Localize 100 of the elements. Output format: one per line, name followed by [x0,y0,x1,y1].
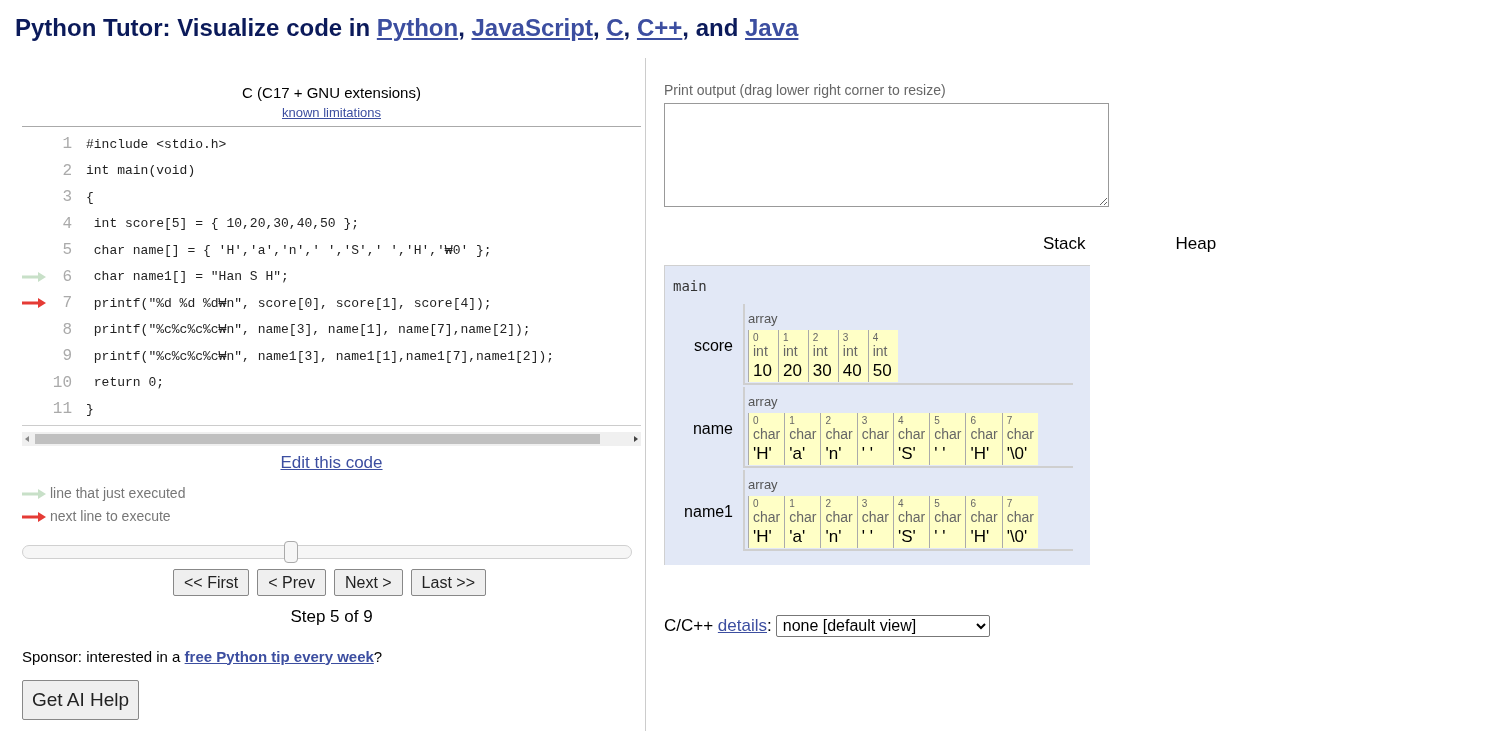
element-value: ' ' [934,443,947,465]
array-index: 6 [970,414,977,426]
step-button[interactable]: << First [173,569,250,596]
element-type: char [1006,426,1034,443]
array-index: 0 [753,497,760,509]
array-index: 2 [812,331,820,343]
element-value: '\0' [1006,443,1029,465]
code-line: printf("%c%c%c%c₩n", name1[3], name1[1],name1[7],name1[2]); [92,347,555,366]
element-value: 'n' [825,526,843,548]
element-value: 'H' [970,443,991,465]
ai-help-button[interactable]: Get AI Help [22,680,140,720]
element-type: int [842,343,859,360]
details-colon: : [767,615,772,637]
element-type: int [753,343,769,360]
code-line: { [86,188,94,207]
array-index: 7 [1006,497,1014,509]
step-button[interactable]: Next > [333,569,403,596]
horizontal-scrollbar[interactable] [22,431,641,446]
line-number: 4 [61,213,72,235]
code-line: int main(void) [86,162,196,180]
element-type: int [812,343,829,360]
view-select[interactable]: none [default view] [775,614,990,637]
element-value: ' ' [861,526,874,548]
array-index: 4 [897,497,905,509]
element-type: char [897,509,926,526]
scroll-left-icon[interactable] [25,435,29,442]
element-type: char [753,426,781,443]
element-type: char [789,426,817,443]
step-counter: Step 5 of 9 [290,606,373,628]
line-number: 2 [61,160,72,182]
array-index: 5 [934,414,941,426]
element-value: 40 [842,360,863,382]
scroll-right-icon[interactable] [634,435,638,442]
line-number: 5 [61,240,72,262]
page-title: Python Tutor: Visualize code in Python, JavaScript, C, C++, and Java [14,13,800,43]
line-number: 1 [61,134,72,156]
sponsor-text: Sponsor: interested in a free Python tip every week? [22,646,384,667]
code-line: printf("%c%c%c%c₩n", name[3], name[1], name[7],name[2]); [92,321,531,339]
array-index: 0 [753,331,760,343]
element-type: char [1006,509,1034,526]
column-header: Stack [1043,233,1086,255]
element-type: char [825,426,853,443]
link[interactable]: Java [745,14,799,41]
slider-handle[interactable] [283,541,298,563]
element-value: ' ' [934,526,947,548]
legend-text: next line to execute [50,507,171,526]
code-line: printf("%d %d %d₩n", score[0], score[1], score[4]); [92,294,492,313]
line-number: 10 [52,372,72,394]
code-line: char name[] = { 'H','a','n',' ','S',' ','H','₩0' }; [92,241,492,260]
code-line: int score[5] = { 10,20,30,40,50 }; [92,215,360,233]
array-index: 5 [934,497,941,509]
language-label: C (C17 + GNU extensions) [242,83,421,103]
element-type: int [872,343,889,360]
line-number: 9 [61,346,72,368]
details-link[interactable]: details [717,613,767,639]
link[interactable]: C++ [636,14,683,41]
legend-text: line that just executed [50,484,186,503]
variable-name: score [692,335,734,356]
step-button[interactable]: Last >> [410,569,486,596]
array-index: 6 [970,497,977,509]
array-label: array [748,394,778,409]
element-value: 20 [782,360,803,382]
array-index: 4 [872,331,880,343]
array-label: array [748,311,778,326]
link[interactable]: Python [376,14,459,41]
line-number: 7 [61,293,72,315]
arrow-icon [22,297,46,310]
arrow-icon [22,487,46,500]
array-index: 3 [861,414,869,426]
element-type: char [789,509,817,526]
element-type: char [934,426,962,443]
element-value: 'S' [897,443,917,465]
link[interactable]: C [606,14,624,41]
element-value: 'a' [789,443,807,465]
array-index: 1 [789,497,796,509]
element-value: 'S' [897,526,917,548]
variable-name: name1 [683,501,734,522]
print-output-field[interactable] [664,103,1109,207]
element-value: ' ' [861,443,874,465]
element-type: char [753,509,781,526]
limitations-link[interactable]: known limitations [282,102,381,122]
element-value: 'a' [789,526,807,548]
element-value: 'H' [753,526,773,548]
element-type: char [861,426,889,443]
edit-code-link[interactable]: Edit this code [280,449,383,475]
code-line: #include <stdio.h> [86,135,227,154]
link[interactable]: free Python tip every week [184,647,374,665]
element-value: 'n' [825,443,843,465]
array-index: 0 [753,414,760,426]
line-number: 3 [61,187,72,209]
variable-name: name [691,418,734,439]
array-index: 3 [861,497,869,509]
array-index: 1 [789,414,796,426]
step-button[interactable]: < Prev [257,569,326,596]
arrow-icon [22,270,46,283]
code-line: return 0; [92,374,164,392]
link[interactable]: JavaScript [471,14,593,41]
array-index: 2 [825,414,833,426]
output-label: Print output (drag lower right corner to resize) [664,81,947,100]
array-index: 3 [842,331,850,343]
